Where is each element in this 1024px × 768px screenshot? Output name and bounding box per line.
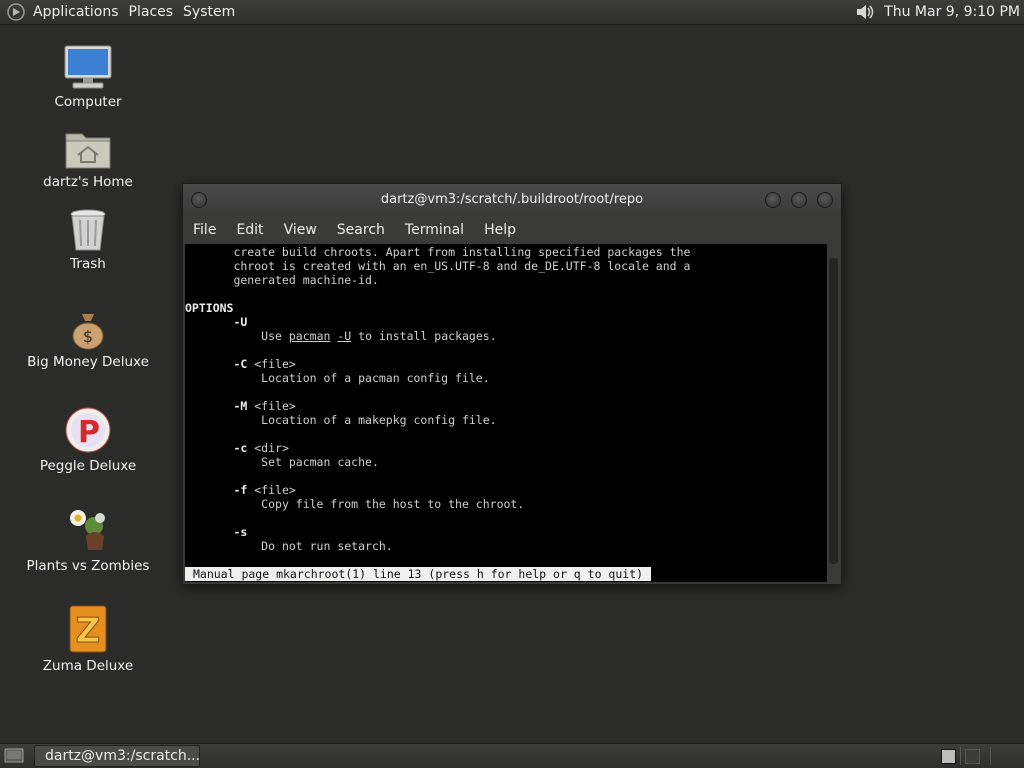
option-desc: Location of a pacman config file. [261,371,490,385]
home-folder-icon [65,133,111,169]
desktop-icon-big-money[interactable]: $ Big Money Deluxe [13,310,163,370]
menu-search[interactable]: Search [327,222,395,238]
svg-text:P: P [78,415,100,450]
peggle-icon: P [65,407,111,453]
desktop-icon-label: Zuma Deluxe [42,658,134,674]
option-arg: <file> [247,357,296,371]
close-button[interactable] [817,192,833,208]
show-desktop-icon[interactable] [4,747,24,764]
option-command-arg: -U [337,329,352,343]
desktop-icon-computer[interactable]: Computer [13,44,163,110]
applications-menu[interactable]: Applications [31,4,127,20]
option-desc: Location of a makepkg config file. [261,413,497,427]
top-panel: Applications Places System Thu Mar 9, 9:… [0,0,1024,25]
desktop-icon-label: dartz's Home [43,174,133,190]
money-bag-icon: $ [72,314,104,350]
computer-icon [64,45,112,89]
svg-text:$: $ [83,327,93,346]
terminal-line: chroot is created with an en_US.UTF-8 an… [185,259,691,273]
minimize-button[interactable] [765,192,781,208]
scrollbar-thumb[interactable] [829,258,838,564]
option-desc: Set pacman cache. [261,455,379,469]
trash-icon [70,209,106,251]
terminal-line: generated machine-id. [185,273,379,287]
option-arg: <file> [247,399,296,413]
window-menu-button[interactable] [191,192,207,208]
desktop-icon-label: Big Money Deluxe [27,354,149,370]
maximize-button[interactable] [791,192,807,208]
option-command: pacman [288,329,331,343]
option-flag: -s [233,525,248,539]
window-title: dartz@vm3:/scratch/.buildroot/root/repo [380,192,644,207]
option-desc-suffix: to install packages. [351,329,497,343]
workspace-divider [990,747,991,765]
option-flag: -C [233,357,248,371]
desktop-icon-home[interactable]: dartz's Home [13,128,163,190]
terminal-menubar: File Edit View Search Terminal Help [183,218,841,242]
desktop-icon-plants-vs-zombies[interactable]: Plants vs Zombies [13,506,163,574]
distro-logo-icon[interactable] [7,3,25,21]
desktop-icon-peggle[interactable]: P Peggle Deluxe [13,406,163,474]
option-flag: -M [233,399,248,413]
section-header: OPTIONS [185,301,234,315]
workspace-divider [960,747,961,765]
places-menu[interactable]: Places [127,4,182,20]
desktop-icon-label: Computer [54,94,122,110]
panel-tray: Thu Mar 9, 9:10 PM [854,0,1020,24]
desktop-icon-zuma[interactable]: Z Zuma Deluxe [13,604,163,674]
terminal-line: create build chroots. Apart from install… [185,245,691,259]
option-desc: Do not run setarch. [261,539,393,553]
menu-file[interactable]: File [183,222,226,238]
menu-terminal[interactable]: Terminal [395,222,474,238]
system-menu[interactable]: System [181,4,243,20]
terminal-window: dartz@vm3:/scratch/.buildroot/root/repo … [182,183,842,585]
window-titlebar[interactable]: dartz@vm3:/scratch/.buildroot/root/repo [183,184,841,216]
taskbar-button-label: dartz@vm3:/scratch... [45,748,200,764]
workspace-2[interactable] [965,749,980,764]
menu-view[interactable]: View [274,222,327,238]
menu-help[interactable]: Help [474,222,526,238]
terminal-output[interactable]: create build chroots. Apart from install… [185,244,827,582]
taskbar-terminal-button[interactable]: dartz@vm3:/scratch... [34,745,200,767]
desktop-icon-trash[interactable]: Trash [13,208,163,272]
option-arg: <file> [247,483,296,497]
option-desc: Copy file from the host to the chroot. [261,497,525,511]
menu-edit[interactable]: Edit [226,222,273,238]
pager-status-line: Manual page mkarchroot(1) line 13 (press… [185,567,652,581]
option-flag: -U [233,315,248,329]
zuma-icon: Z [69,605,107,653]
option-desc-prefix: Use [261,329,289,343]
svg-text:Z: Z [76,611,101,651]
option-arg: <dir> [247,441,289,455]
workspace-1[interactable] [941,749,956,764]
volume-icon[interactable] [854,2,876,22]
desktop-icon-label: Trash [70,256,106,272]
terminal-scrollbar[interactable] [828,244,839,582]
plants-vs-zombies-icon [70,510,105,550]
desktop-icon-label: Plants vs Zombies [26,558,150,574]
desktop-icon-label: Peggle Deluxe [39,458,137,474]
clock[interactable]: Thu Mar 9, 9:10 PM [884,4,1020,20]
bottom-panel: dartz@vm3:/scratch... [0,743,1024,768]
option-flag: -f [233,483,248,497]
option-flag: -c [233,441,248,455]
